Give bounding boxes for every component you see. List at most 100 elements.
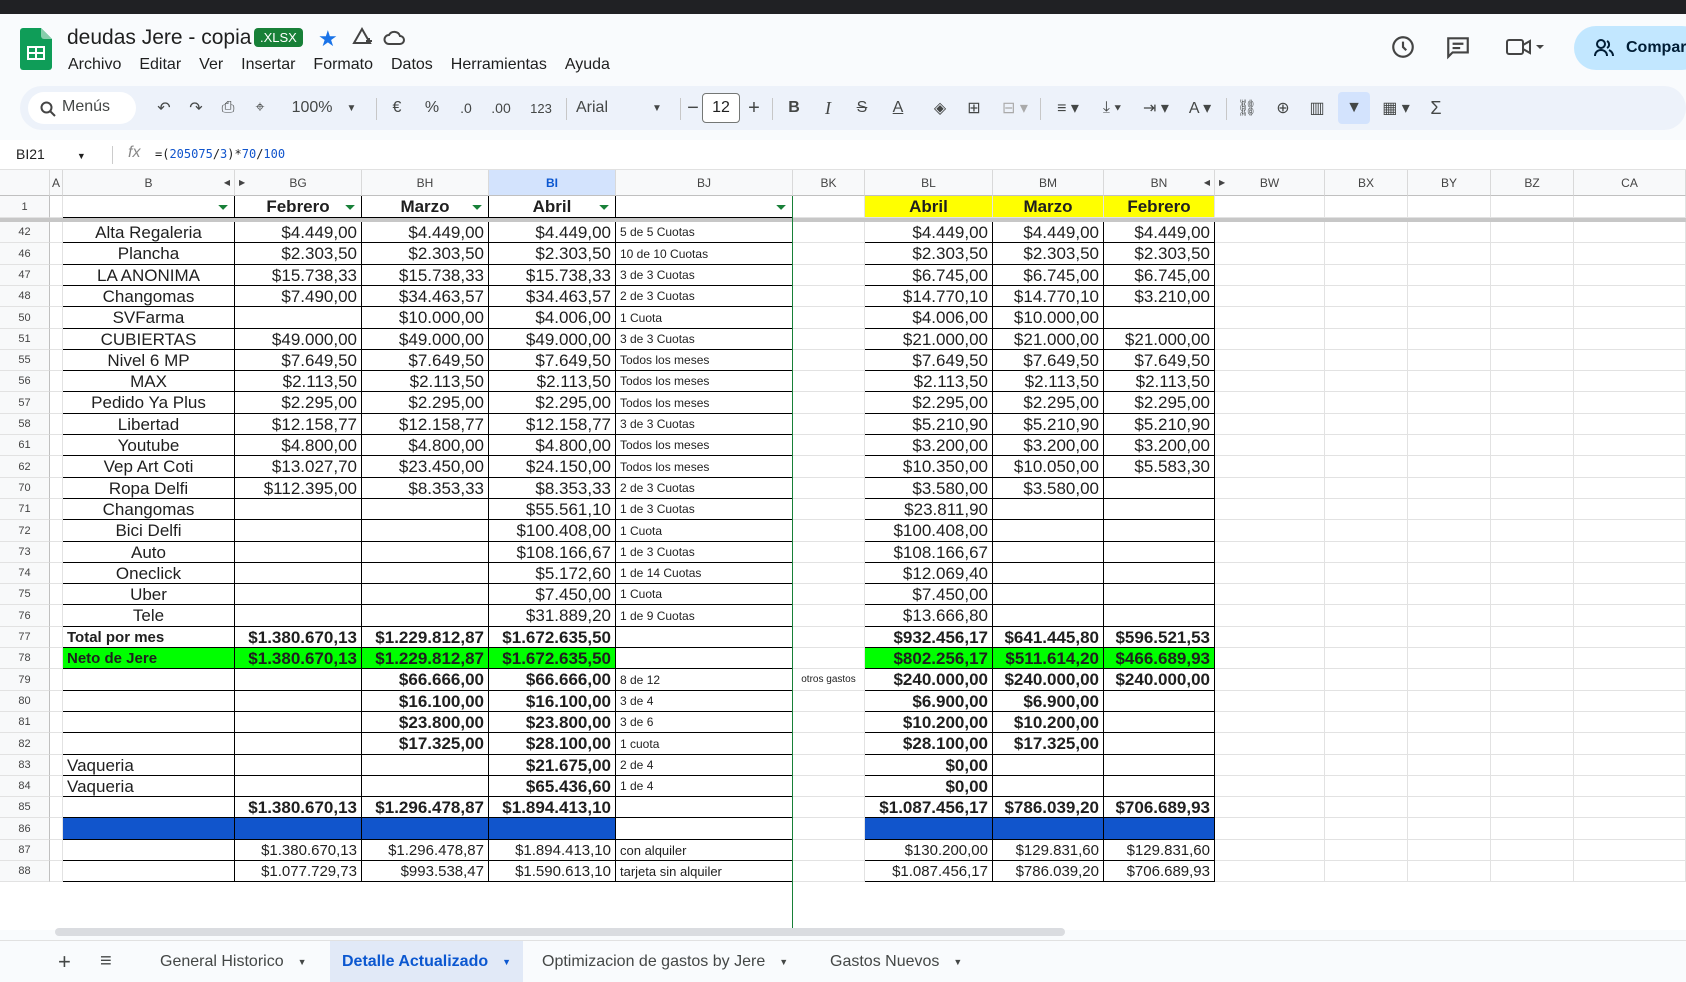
cell-bw-47[interactable] <box>1215 265 1325 286</box>
cell-ca-56[interactable] <box>1574 371 1686 392</box>
cell-bn-87[interactable]: $129.831,60 <box>1104 840 1215 861</box>
cell-bn-86[interactable] <box>1104 818 1215 840</box>
menu-ver[interactable]: Ver <box>199 56 223 74</box>
cell-bi-77[interactable]: $1.672.635,50 <box>489 627 616 648</box>
cell-bg-47[interactable]: $15.738,33 <box>235 265 362 286</box>
cell-bi-86[interactable] <box>489 818 616 840</box>
column-header-bx[interactable]: BX <box>1325 170 1408 196</box>
cell-bh-73[interactable] <box>362 542 489 563</box>
merge-cells-icon[interactable]: ⊟ ▾ <box>996 86 1034 130</box>
header-cell-a[interactable] <box>50 196 63 218</box>
cell-bj-86[interactable] <box>616 818 793 840</box>
add-sheet-icon[interactable]: + <box>58 941 71 982</box>
cell-bi-76[interactable]: $31.889,20 <box>489 605 616 627</box>
cell-bw-85[interactable] <box>1215 797 1325 818</box>
cell-bg-86[interactable] <box>235 818 362 840</box>
filter-icon[interactable]: ▼ <box>1338 92 1370 124</box>
cell-b-70[interactable]: Ropa Delfi <box>63 478 235 499</box>
cell-bh-71[interactable] <box>362 499 489 520</box>
cell-bk-56[interactable] <box>793 371 865 392</box>
cell-by-78[interactable] <box>1408 648 1491 669</box>
cell-a-74[interactable] <box>50 563 63 584</box>
cell-bh-62[interactable]: $23.450,00 <box>362 456 489 478</box>
cell-bi-85[interactable]: $1.894.413,10 <box>489 797 616 818</box>
cell-bn-74[interactable] <box>1104 563 1215 584</box>
borders-icon[interactable]: ⊞ <box>962 86 986 130</box>
zoom-select[interactable]: 100% ▼ <box>284 86 364 130</box>
cell-bg-73[interactable] <box>235 542 362 563</box>
cell-bz-71[interactable] <box>1491 499 1574 520</box>
cell-bj-78[interactable] <box>616 648 793 669</box>
cell-bh-55[interactable]: $7.649,50 <box>362 350 489 371</box>
row-header[interactable]: 86 <box>0 818 50 840</box>
cell-bk-82[interactable] <box>793 733 865 755</box>
cell-bx-86[interactable] <box>1325 818 1408 840</box>
cell-bl-76[interactable]: $13.666,80 <box>865 605 993 627</box>
column-header-bj[interactable]: BJ <box>616 170 793 196</box>
cell-bw-42[interactable] <box>1215 222 1325 243</box>
cell-by-58[interactable] <box>1408 414 1491 435</box>
cell-ca-83[interactable] <box>1574 755 1686 776</box>
cell-bi-62[interactable]: $24.150,00 <box>489 456 616 478</box>
cell-bl-62[interactable]: $10.350,00 <box>865 456 993 478</box>
cell-bw-81[interactable] <box>1215 712 1325 733</box>
formula-input[interactable]: =(205075/3)*70/100 <box>155 147 285 161</box>
cell-bm-78[interactable]: $511.614,20 <box>993 648 1104 669</box>
cell-bg-84[interactable] <box>235 776 362 797</box>
cell-bi-80[interactable]: $16.100,00 <box>489 691 616 712</box>
cell-bl-74[interactable]: $12.069,40 <box>865 563 993 584</box>
cell-bx-77[interactable] <box>1325 627 1408 648</box>
cell-by-48[interactable] <box>1408 286 1491 307</box>
cell-b-76[interactable]: Tele <box>63 605 235 627</box>
cell-a-48[interactable] <box>50 286 63 307</box>
cell-bx-50[interactable] <box>1325 307 1408 329</box>
insert-chart-icon[interactable]: ▥ <box>1304 86 1330 130</box>
cell-ca-72[interactable] <box>1574 520 1686 542</box>
cell-bg-61[interactable]: $4.800,00 <box>235 435 362 456</box>
cell-bz-87[interactable] <box>1491 840 1574 861</box>
cloud-status-icon[interactable] <box>382 26 406 50</box>
cell-by-62[interactable] <box>1408 456 1491 478</box>
cell-bl-80[interactable]: $6.900,00 <box>865 691 993 712</box>
collapse-arrow-icon[interactable]: ◀ <box>224 170 230 196</box>
cell-ca-86[interactable] <box>1574 818 1686 840</box>
font-size-input[interactable]: 12 <box>702 93 740 123</box>
cell-bg-88[interactable]: $1.077.729,73 <box>235 861 362 882</box>
cell-b-57[interactable]: Pedido Ya Plus <box>63 392 235 414</box>
header-cell-bn[interactable]: Febrero <box>1104 196 1215 218</box>
cell-by-72[interactable] <box>1408 520 1491 542</box>
cell-by-77[interactable] <box>1408 627 1491 648</box>
cell-b-74[interactable]: Oneclick <box>63 563 235 584</box>
cell-bh-50[interactable]: $10.000,00 <box>362 307 489 329</box>
cell-bl-50[interactable]: $4.006,00 <box>865 307 993 329</box>
cell-bx-51[interactable] <box>1325 329 1408 350</box>
cell-bg-70[interactable]: $112.395,00 <box>235 478 362 499</box>
header-cell-bw[interactable] <box>1215 196 1325 218</box>
cell-bh-88[interactable]: $993.538,47 <box>362 861 489 882</box>
cell-bn-61[interactable]: $3.200,00 <box>1104 435 1215 456</box>
text-wrap-icon[interactable]: ⇥ ▾ <box>1136 86 1176 130</box>
cell-bw-62[interactable] <box>1215 456 1325 478</box>
cell-bj-61[interactable]: Todos los meses <box>616 435 793 456</box>
cell-bj-70[interactable]: 2 de 3 Cuotas <box>616 478 793 499</box>
cell-bw-80[interactable] <box>1215 691 1325 712</box>
cell-bi-58[interactable]: $12.158,77 <box>489 414 616 435</box>
row-header[interactable]: 83 <box>0 755 50 776</box>
row-header[interactable]: 46 <box>0 243 50 265</box>
cell-bh-46[interactable]: $2.303,50 <box>362 243 489 265</box>
cell-bi-61[interactable]: $4.800,00 <box>489 435 616 456</box>
cell-bx-56[interactable] <box>1325 371 1408 392</box>
cell-bn-78[interactable]: $466.689,93 <box>1104 648 1215 669</box>
cell-bj-42[interactable]: 5 de 5 Cuotas <box>616 222 793 243</box>
cell-by-61[interactable] <box>1408 435 1491 456</box>
row-header[interactable]: 72 <box>0 520 50 542</box>
cell-a-70[interactable] <box>50 478 63 499</box>
cell-bn-88[interactable]: $706.689,93 <box>1104 861 1215 882</box>
row-header[interactable]: 81 <box>0 712 50 733</box>
cell-bz-75[interactable] <box>1491 584 1574 605</box>
cell-bm-56[interactable]: $2.113,50 <box>993 371 1104 392</box>
cell-bx-55[interactable] <box>1325 350 1408 371</box>
cell-bw-71[interactable] <box>1215 499 1325 520</box>
row-header[interactable]: 62 <box>0 456 50 478</box>
cell-bi-73[interactable]: $108.166,67 <box>489 542 616 563</box>
